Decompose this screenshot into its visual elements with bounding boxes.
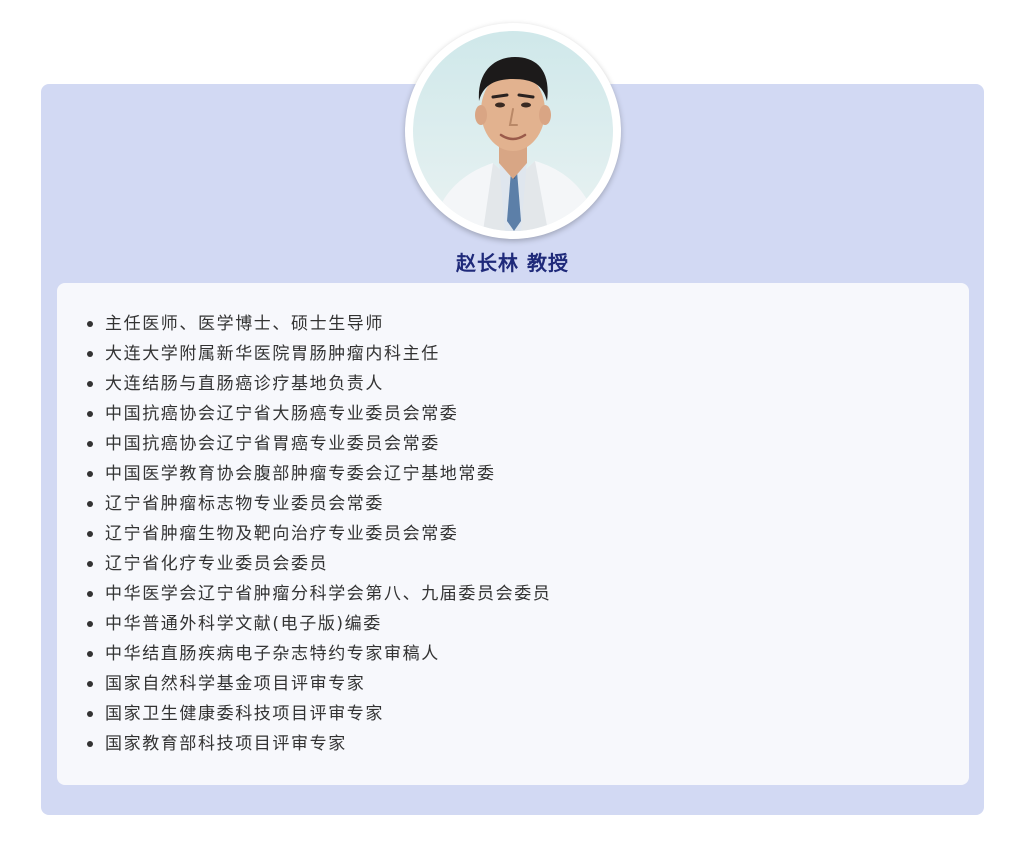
bullet-icon: [87, 441, 93, 447]
bullet-icon: [87, 411, 93, 417]
bullet-icon: [87, 351, 93, 357]
list-item: 中华结直肠疾病电子杂志特约专家审稿人: [87, 639, 551, 669]
credential-text: 辽宁省肿瘤标志物专业委员会常委: [105, 494, 384, 514]
list-item: 辽宁省化疗专业委员会委员: [87, 549, 551, 579]
credential-text: 大连大学附属新华医院胃肠肿瘤内科主任: [105, 344, 440, 364]
credential-text: 中华结直肠疾病电子杂志特约专家审稿人: [105, 644, 440, 664]
list-item: 中华普通外科学文献(电子版)编委: [87, 609, 551, 639]
bullet-icon: [87, 711, 93, 717]
credential-text: 中国抗癌协会辽宁省大肠癌专业委员会常委: [105, 404, 459, 424]
credential-text: 中华医学会辽宁省肿瘤分科学会第八、九届委员会委员: [105, 584, 552, 604]
list-item: 国家卫生健康委科技项目评审专家: [87, 699, 551, 729]
list-item: 大连大学附属新华医院胃肠肿瘤内科主任: [87, 339, 551, 369]
bullet-icon: [87, 561, 93, 567]
credential-text: 中华普通外科学文献(电子版)编委: [105, 614, 382, 634]
doctor-name: 赵长林 教授: [456, 251, 569, 275]
credential-text: 国家自然科学基金项目评审专家: [105, 674, 366, 694]
credential-text: 大连结肠与直肠癌诊疗基地负责人: [105, 374, 384, 394]
list-item: 中华医学会辽宁省肿瘤分科学会第八、九届委员会委员: [87, 579, 551, 609]
bullet-icon: [87, 501, 93, 507]
credentials-list: 主任医师、医学博士、硕士生导师 大连大学附属新华医院胃肠肿瘤内科主任 大连结肠与…: [87, 309, 551, 759]
credentials-panel: 主任医师、医学博士、硕士生导师 大连大学附属新华医院胃肠肿瘤内科主任 大连结肠与…: [57, 283, 969, 785]
list-item: 中国抗癌协会辽宁省大肠癌专业委员会常委: [87, 399, 551, 429]
bullet-icon: [87, 381, 93, 387]
credential-text: 辽宁省化疗专业委员会委员: [105, 554, 329, 574]
list-item: 主任医师、医学博士、硕士生导师: [87, 309, 551, 339]
credential-text: 国家教育部科技项目评审专家: [105, 734, 347, 754]
credential-text: 辽宁省肿瘤生物及靶向治疗专业委员会常委: [105, 524, 459, 544]
list-item: 辽宁省肿瘤标志物专业委员会常委: [87, 489, 551, 519]
list-item: 中国医学教育协会腹部肿瘤专委会辽宁基地常委: [87, 459, 551, 489]
bullet-icon: [87, 321, 93, 327]
doctor-portrait-icon: [413, 31, 613, 231]
bullet-icon: [87, 651, 93, 657]
bullet-icon: [87, 531, 93, 537]
list-item: 国家自然科学基金项目评审专家: [87, 669, 551, 699]
profile-page: 赵长林 教授 主任医师、医学博士、硕士生导师 大连大学附属新华医院胃肠肿瘤内科主…: [0, 0, 1014, 841]
list-item: 辽宁省肿瘤生物及靶向治疗专业委员会常委: [87, 519, 551, 549]
bullet-icon: [87, 621, 93, 627]
list-item: 国家教育部科技项目评审专家: [87, 729, 551, 759]
bullet-icon: [87, 741, 93, 747]
list-item: 中国抗癌协会辽宁省胃癌专业委员会常委: [87, 429, 551, 459]
list-item: 大连结肠与直肠癌诊疗基地负责人: [87, 369, 551, 399]
credential-text: 主任医师、医学博士、硕士生导师: [105, 314, 384, 334]
credential-text: 国家卫生健康委科技项目评审专家: [105, 704, 384, 724]
bullet-icon: [87, 591, 93, 597]
credential-text: 中国抗癌协会辽宁省胃癌专业委员会常委: [105, 434, 440, 454]
credential-text: 中国医学教育协会腹部肿瘤专委会辽宁基地常委: [105, 464, 496, 484]
bullet-icon: [87, 471, 93, 477]
doctor-avatar: [405, 23, 621, 239]
bullet-icon: [87, 681, 93, 687]
